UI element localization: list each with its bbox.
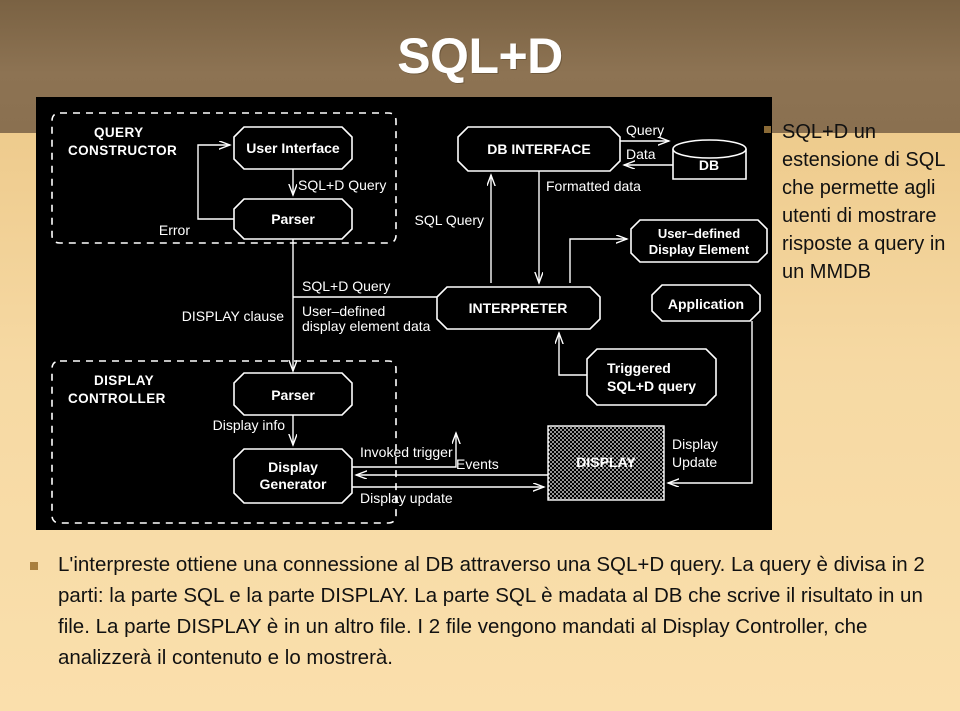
box-parser-query: Parser: [233, 198, 353, 240]
sidebar-text: SQL+D un estensione di SQL che permette …: [782, 121, 946, 283]
box-user-defined-display-element: User–defined Display Element: [630, 219, 768, 263]
box-label-interpreter: INTERPRETER: [469, 300, 568, 316]
box-label-db: DB: [699, 157, 719, 173]
edge-label-sqld-query-2: SQL+D Query: [302, 278, 390, 294]
box-db: DB: [672, 139, 747, 180]
body-text: L'interpreste ottiene una connessione al…: [58, 553, 925, 669]
box-label-udde-line1: User–defined: [658, 226, 740, 241]
edge-label-display-clause: DISPLAY clause: [182, 308, 284, 324]
box-label-display-generator-line2: Generator: [260, 476, 327, 492]
box-label-application: Application: [668, 296, 744, 312]
box-label-parser-query: Parser: [271, 211, 315, 227]
box-parser-display: Parser: [233, 372, 353, 416]
edge-label-display-update-right-1: Display: [672, 436, 718, 452]
edge-label-formatted-data: Formatted data: [546, 178, 641, 194]
box-label-db-interface: DB INTERFACE: [487, 141, 590, 157]
box-db-interface: DB INTERFACE: [457, 126, 621, 172]
box-user-interface: User Interface: [233, 126, 353, 170]
sidebar-bullet-block: SQL+D un estensione di SQL che permette …: [764, 118, 954, 286]
group-label-display-controller-line2: CONTROLLER: [68, 391, 166, 406]
box-interpreter: INTERPRETER: [436, 286, 601, 330]
box-label-display-generator-line1: Display: [268, 459, 318, 475]
edge-label-events: Events: [456, 456, 499, 472]
box-label-user-interface: User Interface: [246, 140, 340, 156]
box-label-triggered-line1: Triggered: [607, 360, 671, 376]
square-bullet-icon: [764, 126, 771, 133]
edge-label-udde-data-2: display element data: [302, 318, 431, 334]
box-display-generator: Display Generator: [233, 448, 353, 504]
edge-label-sqld-query-1: SQL+D Query: [298, 177, 386, 193]
box-display: DISPLAY: [547, 425, 665, 501]
box-triggered-sqld-query: Triggered SQL+D query: [586, 348, 717, 406]
edge-error-loop: [197, 145, 234, 220]
edge-triggered-to-interpreter: [559, 333, 587, 376]
edge-label-query: Query: [626, 122, 664, 138]
edge-label-display-update: Display update: [360, 490, 453, 506]
edge-label-sql-query: SQL Query: [414, 212, 484, 228]
edge-udde-feed: [569, 239, 627, 283]
square-bullet-icon: [30, 562, 38, 570]
box-application: Application: [651, 284, 761, 322]
body-bullet-block: L'interpreste ottiene una connessione al…: [30, 549, 950, 673]
edge-label-display-update-right-2: Update: [672, 454, 717, 470]
page-title: SQL+D: [397, 28, 563, 84]
group-label-display-controller-line1: DISPLAY: [94, 373, 154, 388]
box-label-udde-line2: Display Element: [649, 242, 750, 257]
edge-label-display-info: Display info: [213, 417, 286, 433]
edge-label-invoked-trigger: Invoked trigger: [360, 444, 453, 460]
group-label-query-constructor-line1: QUERY: [94, 125, 144, 140]
slide-canvas: SQL+D .ln { stroke:#ffffff; stroke-width…: [0, 0, 960, 711]
sqld-architecture-diagram: .ln { stroke:#ffffff; stroke-width:1.4; …: [36, 97, 772, 530]
edge-label-error: Error: [159, 222, 190, 238]
box-label-triggered-line2: SQL+D query: [607, 378, 696, 394]
box-label-parser-display: Parser: [271, 387, 315, 403]
edge-label-udde-data-1: User–defined: [302, 303, 385, 319]
edge-label-data: Data: [626, 146, 656, 162]
box-label-display: DISPLAY: [576, 454, 636, 470]
group-label-query-constructor-line2: CONSTRUCTOR: [68, 143, 177, 158]
